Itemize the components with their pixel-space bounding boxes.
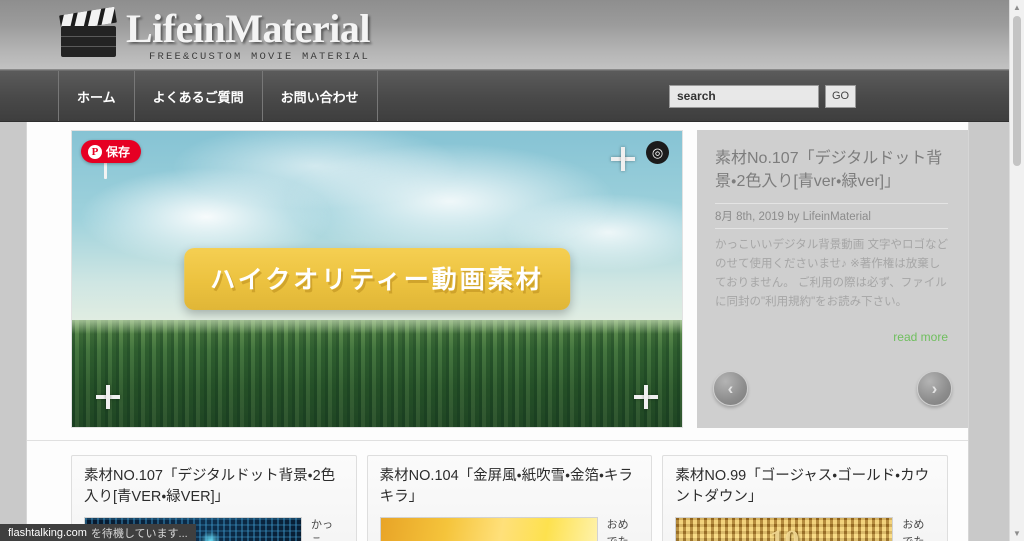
featured-meta: 8月 8th, 2019 by LifeinMaterial xyxy=(715,203,948,230)
post-card-thumbnail[interactable] xyxy=(675,517,894,541)
post-card-body: おめでたい映 xyxy=(379,517,640,541)
status-domain: flashtalking.com xyxy=(8,526,87,539)
site-logo[interactable]: LifeinMaterial FREE&CUSTOM MOVIE MATERIA… xyxy=(58,5,371,63)
carousel-prev-button[interactable]: ‹ xyxy=(713,371,748,406)
post-card-excerpt: おめでたい映 xyxy=(606,519,629,541)
search-area: GO xyxy=(669,71,856,121)
browser-status-bar: flashtalking.com を待機しています... xyxy=(0,524,196,541)
post-card[interactable]: 素材NO.99「ゴージャス・ゴールド・カウントダウン」 おめでたい場 xyxy=(662,455,949,541)
clapperboard-icon xyxy=(58,5,120,60)
main-navigation: ホーム よくあるご質問 お問い合わせ GO xyxy=(0,70,1024,122)
content-container: ハイクオリティー動画素材 P 保存 ◎ 素材No.107「デジタルドット背景・2… xyxy=(26,122,969,541)
nav-items: ホーム よくあるご質問 お問い合わせ xyxy=(58,71,378,121)
hero-image[interactable]: ハイクオリティー動画素材 P 保存 ◎ xyxy=(71,130,683,428)
carousel-controls: ‹ › xyxy=(697,371,968,406)
pinterest-stem xyxy=(104,162,107,179)
post-card-title[interactable]: 素材NO.99「ゴージャス・ゴールド・カウントダウン」 xyxy=(675,466,935,508)
browser-page: LifeinMaterial FREE&CUSTOM MOVIE MATERIA… xyxy=(0,0,1024,541)
pinterest-icon: P xyxy=(88,144,102,159)
scrollbar-thumb[interactable] xyxy=(1013,16,1021,166)
featured-title[interactable]: 素材No.107「デジタルドット背景・2色入り[青ver・緑ver]」 xyxy=(715,148,948,193)
post-card-body: おめでたい場 xyxy=(675,517,935,541)
carousel-next-button[interactable]: › xyxy=(917,371,952,406)
plus-marker-icon xyxy=(96,385,120,409)
hero-forest xyxy=(72,320,682,427)
post-card-thumbnail[interactable] xyxy=(379,517,598,541)
zoom-lens-icon[interactable]: ◎ xyxy=(646,141,669,164)
nav-item-faq[interactable]: よくあるご質問 xyxy=(135,71,263,121)
featured-section: ハイクオリティー動画素材 P 保存 ◎ 素材No.107「デジタルドット背景・2… xyxy=(27,122,968,428)
post-card-excerpt: かっこ xyxy=(311,519,333,541)
featured-sidebar: 素材No.107「デジタルドット背景・2色入り[青ver・緑ver]」 8月 8… xyxy=(697,130,968,428)
site-header: LifeinMaterial FREE&CUSTOM MOVIE MATERIA… xyxy=(0,0,1024,70)
brand-name: LifeinMaterial xyxy=(126,6,371,51)
scroll-down-arrow-icon[interactable]: ▼ xyxy=(1010,526,1024,541)
hero-banner-text: ハイクオリティー動画素材 xyxy=(210,266,544,294)
status-message: を待機しています... xyxy=(90,527,188,540)
pinterest-save-button[interactable]: P 保存 xyxy=(81,140,142,163)
post-card[interactable]: 素材NO.104「金屏風・紙吹雪・金箔・キラキラ」 おめでたい映 xyxy=(366,455,653,541)
post-card-excerpt: おめでたい場 xyxy=(902,519,925,541)
brand-tagline: FREE&CUSTOM MOVIE MATERIAL xyxy=(149,51,371,63)
plus-marker-icon xyxy=(634,385,658,409)
read-more-link[interactable]: read more xyxy=(893,330,948,344)
nav-item-home[interactable]: ホーム xyxy=(58,71,135,121)
plus-marker-icon xyxy=(611,147,635,171)
post-card-title[interactable]: 素材NO.107「デジタルドット背景・2色入り[青VER・緑VER]」 xyxy=(84,466,344,508)
featured-excerpt: かっこいいデジタル背景動画 文字やロゴなどのせて使用くださいませ♪ ※著作権は放… xyxy=(715,239,948,309)
scroll-up-arrow-icon[interactable]: ▲ xyxy=(1010,0,1024,15)
hero-banner: ハイクオリティー動画素材 xyxy=(184,248,570,310)
post-card-title[interactable]: 素材NO.104「金屏風・紙吹雪・金箔・キラキラ」 xyxy=(380,466,640,508)
search-go-button[interactable]: GO xyxy=(825,84,856,108)
page-scrollbar[interactable]: ▲ ▼ xyxy=(1009,0,1024,541)
pinterest-save-label: 保存 xyxy=(106,145,131,159)
brand-text: LifeinMaterial FREE&CUSTOM MOVIE MATERIA… xyxy=(126,5,371,63)
nav-item-contact[interactable]: お問い合わせ xyxy=(263,71,378,121)
search-input[interactable] xyxy=(669,84,819,108)
